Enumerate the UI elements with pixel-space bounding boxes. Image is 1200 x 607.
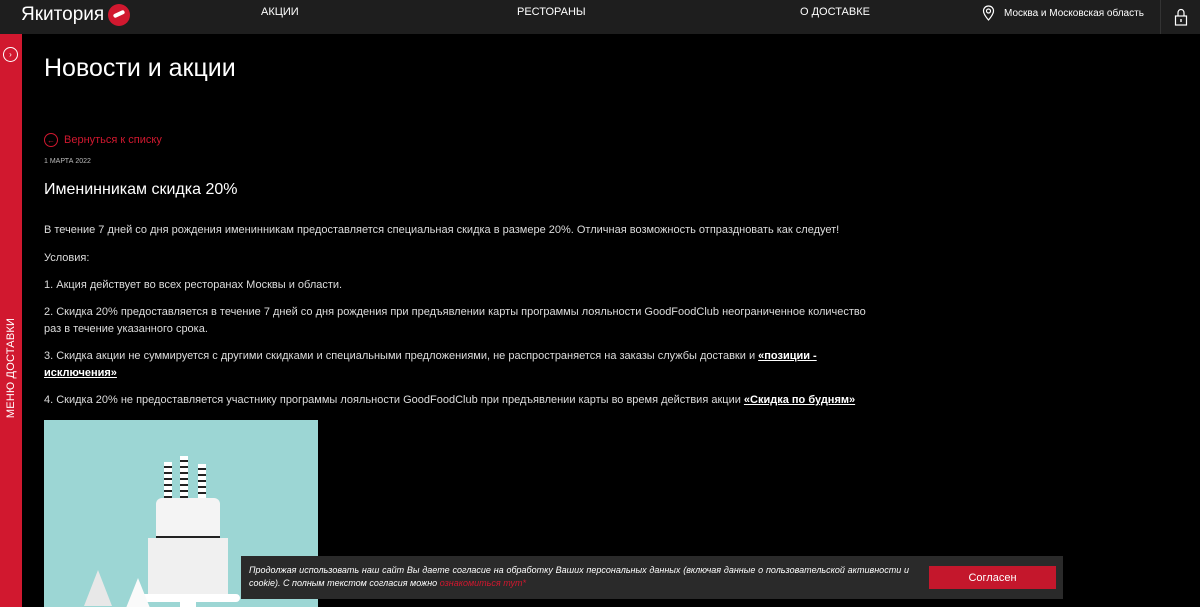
- map-pin-icon: [982, 5, 995, 21]
- chevron-right-icon[interactable]: ›: [3, 47, 18, 62]
- cake-top-tier: [156, 498, 220, 538]
- condition-2: 2. Скидка 20% предоставляется в течение …: [44, 306, 866, 335]
- article-title: Именинникам скидка 20%: [44, 181, 238, 198]
- region-selector[interactable]: Москва и Московская область: [982, 5, 1144, 21]
- lock-icon: [1174, 8, 1187, 26]
- party-hat: [126, 578, 150, 607]
- sidebar-label: МЕНЮ ДОСТАВКИ: [5, 317, 17, 419]
- nav-item-promotions[interactable]: АКЦИИ: [261, 6, 299, 18]
- back-link-label: Вернуться к списку: [64, 134, 162, 146]
- nav-item-restaurants[interactable]: РЕСТОРАНЫ: [517, 6, 586, 18]
- logo-icon: [108, 4, 131, 26]
- cookie-text: Продолжая использовать наш сайт Вы даете…: [249, 564, 909, 590]
- condition-4-text: 4. Скидка 20% не предоставляется участни…: [44, 394, 744, 406]
- back-to-list-link[interactable]: ← Вернуться к списку: [44, 133, 162, 147]
- cake-bottom-tier: [148, 538, 228, 596]
- consent-details-link[interactable]: ознакомиться тут: [440, 578, 523, 588]
- condition-3-text: 3. Скидка акции не суммируется с другими…: [44, 350, 759, 362]
- top-bar: Якитория АКЦИИ РЕСТОРАНЫ О ДОСТАВКЕ Моск…: [0, 0, 1200, 34]
- cookie-message: Продолжая использовать наш сайт Вы даете…: [249, 565, 909, 588]
- logo[interactable]: Якитория: [21, 4, 131, 26]
- cookie-banner: Продолжая использовать наш сайт Вы даете…: [241, 556, 1063, 599]
- agree-button[interactable]: Согласен: [929, 566, 1056, 589]
- article-date: 1 МАРТА 2022: [44, 158, 91, 165]
- candle: [198, 464, 206, 498]
- page-title: Новости и акции: [44, 54, 236, 82]
- account-button[interactable]: [1160, 0, 1200, 34]
- condition-3: 3. Скидка акции не суммируется с другими…: [44, 348, 884, 382]
- nav-item-delivery-info[interactable]: О ДОСТАВКЕ: [800, 6, 870, 18]
- condition-4: 4. Скидка 20% не предоставляется участни…: [44, 392, 884, 409]
- weekday-discount-link[interactable]: «Скидка по будням»: [744, 394, 855, 406]
- cake-stand: [180, 600, 196, 607]
- candle: [164, 462, 172, 498]
- party-hat: [84, 570, 112, 606]
- region-label: Москва и Московская область: [1004, 7, 1144, 19]
- article-intro: В течение 7 дней со дня рождения именинн…: [44, 224, 840, 236]
- logo-text: Якитория: [21, 4, 105, 25]
- arrow-left-icon: ←: [44, 133, 58, 147]
- candle: [180, 456, 188, 498]
- condition-1: 1. Акция действует во всех ресторанах Мо…: [44, 279, 343, 291]
- consent-asterisk: *: [522, 578, 527, 588]
- delivery-menu-sidebar[interactable]: › МЕНЮ ДОСТАВКИ: [0, 34, 22, 607]
- conditions-label: Условия:: [44, 252, 90, 264]
